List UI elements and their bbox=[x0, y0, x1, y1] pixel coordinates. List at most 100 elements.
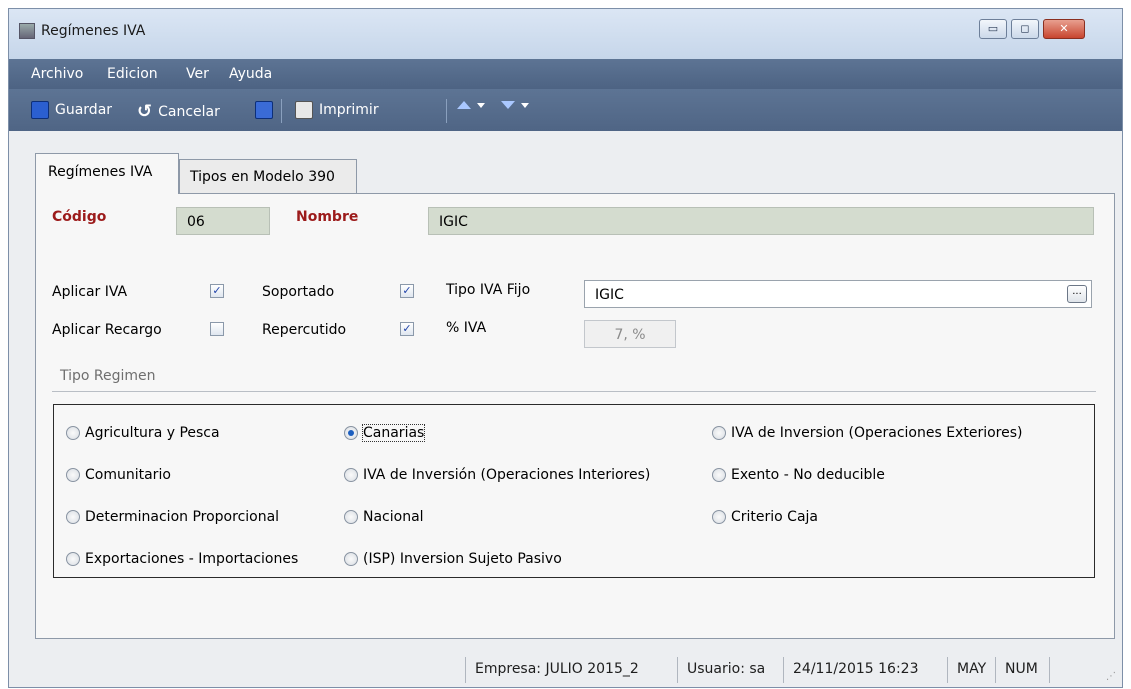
nombre-label: Nombre bbox=[296, 209, 359, 225]
browse-button[interactable]: ... bbox=[1067, 285, 1087, 303]
window-title: Regímenes IVA bbox=[41, 23, 146, 39]
radio-agricultura-pesca[interactable]: Agricultura y Pesca bbox=[66, 425, 220, 441]
radio-icon bbox=[66, 468, 80, 482]
tipo-regimen-label: Tipo Regimen bbox=[60, 368, 156, 384]
nombre-field[interactable]: IGIC bbox=[428, 207, 1094, 235]
radio-label: Exento - No deducible bbox=[731, 467, 885, 483]
radio-isp-inversion-sujeto-pasivo[interactable]: (ISP) Inversion Sujeto Pasivo bbox=[344, 551, 562, 567]
aplicar-recargo-label: Aplicar Recargo bbox=[52, 322, 162, 338]
app-icon bbox=[19, 23, 35, 39]
minimize-button[interactable]: ▭ bbox=[979, 19, 1007, 39]
radio-iva-inversion-exteriores[interactable]: IVA de Inversion (Operaciones Exteriores… bbox=[712, 425, 1022, 441]
status-separator bbox=[1049, 657, 1050, 683]
print-button[interactable]: Imprimir bbox=[295, 101, 379, 119]
save-label: Guardar bbox=[55, 102, 113, 118]
radio-nacional[interactable]: Nacional bbox=[344, 509, 424, 525]
radio-label: IVA de Inversion (Operaciones Exteriores… bbox=[731, 425, 1023, 441]
status-separator bbox=[465, 657, 466, 683]
codigo-field[interactable]: 06 bbox=[176, 207, 270, 235]
codigo-label: Código bbox=[52, 209, 107, 225]
tipo-iva-fijo-label: Tipo IVA Fijo bbox=[446, 282, 531, 298]
radio-criterio-caja[interactable]: Criterio Caja bbox=[712, 509, 818, 525]
menu-edicion[interactable]: Edicion bbox=[107, 66, 158, 82]
title-bar: Regímenes IVA ▭ ◻ ✕ bbox=[9, 9, 1122, 59]
repercutido-checkbox[interactable]: ✓ bbox=[400, 322, 414, 336]
radio-comunitario[interactable]: Comunitario bbox=[66, 467, 171, 483]
status-separator bbox=[947, 657, 948, 683]
radio-label: Determinacion Proporcional bbox=[85, 509, 280, 525]
chevron-down-icon bbox=[477, 102, 485, 108]
pct-iva-label: % IVA bbox=[446, 320, 487, 336]
radio-canarias[interactable]: Canarias bbox=[344, 424, 426, 442]
chevron-down-icon bbox=[521, 102, 529, 108]
status-usuario: Usuario: sa bbox=[687, 661, 766, 677]
radio-icon bbox=[712, 468, 726, 482]
toolbar-separator bbox=[446, 99, 447, 123]
status-bar: Empresa: JULIO 2015_2 Usuario: sa 24/11/… bbox=[9, 649, 1122, 689]
tab-regimenes-iva[interactable]: Regímenes IVA bbox=[35, 153, 179, 194]
pct-iva-field[interactable]: 7, % bbox=[584, 320, 676, 348]
radio-icon bbox=[712, 426, 726, 440]
toolbar: Guardar ↺ Cancelar Imprimir bbox=[9, 89, 1122, 131]
repercutido-label: Repercutido bbox=[262, 322, 347, 338]
tab-label: Regímenes IVA bbox=[48, 164, 153, 180]
menu-ver[interactable]: Ver bbox=[186, 66, 209, 82]
cancel-label: Cancelar bbox=[158, 103, 220, 120]
tab-tipos-modelo-390[interactable]: Tipos en Modelo 390 bbox=[179, 159, 357, 193]
radio-icon bbox=[66, 510, 80, 524]
radio-label: Criterio Caja bbox=[731, 509, 819, 525]
radio-icon bbox=[344, 468, 358, 482]
status-num: NUM bbox=[1005, 661, 1038, 677]
menu-bar: Archivo Edicion Ver Ayuda bbox=[9, 59, 1122, 89]
aplicar-recargo-checkbox[interactable] bbox=[210, 322, 224, 336]
radio-iva-inversion-interiores[interactable]: IVA de Inversión (Operaciones Interiores… bbox=[344, 467, 650, 483]
radio-label: Agricultura y Pesca bbox=[85, 425, 220, 441]
aplicar-iva-checkbox[interactable]: ✓ bbox=[210, 284, 224, 298]
radio-icon bbox=[344, 510, 358, 524]
radio-icon bbox=[712, 510, 726, 524]
print-label: Imprimir bbox=[319, 102, 379, 118]
radio-label: Comunitario bbox=[85, 467, 171, 483]
arrow-up-icon bbox=[457, 101, 471, 109]
save-as-icon[interactable] bbox=[255, 101, 273, 119]
close-button[interactable]: ✕ bbox=[1043, 19, 1085, 39]
radio-exportaciones-importaciones[interactable]: Exportaciones - Importaciones bbox=[66, 551, 298, 567]
status-datetime: 24/11/2015 16:23 bbox=[793, 661, 919, 677]
aplicar-iva-label: Aplicar IVA bbox=[52, 284, 128, 300]
radio-label: IVA de Inversión (Operaciones Interiores… bbox=[363, 467, 651, 483]
menu-ayuda[interactable]: Ayuda bbox=[229, 66, 272, 82]
soportado-checkbox[interactable]: ✓ bbox=[400, 284, 414, 298]
tipo-regimen-group: Agricultura y Pesca Canarias IVA de Inve… bbox=[53, 404, 1095, 578]
cancel-button[interactable]: ↺ Cancelar bbox=[137, 101, 220, 122]
status-caps: MAY bbox=[957, 661, 987, 677]
move-down-dropdown[interactable] bbox=[501, 101, 529, 109]
save-icon bbox=[31, 101, 49, 119]
print-icon bbox=[295, 101, 313, 119]
maximize-button[interactable]: ◻ bbox=[1011, 19, 1039, 39]
arrow-down-icon bbox=[501, 101, 515, 109]
soportado-label: Soportado bbox=[262, 284, 335, 300]
radio-icon bbox=[344, 552, 358, 566]
save-button[interactable]: Guardar bbox=[31, 101, 112, 119]
tab-label: Tipos en Modelo 390 bbox=[190, 169, 335, 185]
toolbar-separator bbox=[281, 99, 282, 123]
window: Regímenes IVA ▭ ◻ ✕ Archivo Edicion Ver … bbox=[8, 8, 1123, 688]
status-separator bbox=[677, 657, 678, 683]
radio-icon bbox=[66, 426, 80, 440]
status-separator bbox=[783, 657, 784, 683]
radio-exento-no-deducible[interactable]: Exento - No deducible bbox=[712, 467, 885, 483]
radio-determinacion-proporcional[interactable]: Determinacion Proporcional bbox=[66, 509, 279, 525]
status-empresa: Empresa: JULIO 2015_2 bbox=[475, 661, 639, 677]
move-up-dropdown[interactable] bbox=[457, 101, 485, 109]
radio-label: Exportaciones - Importaciones bbox=[85, 551, 299, 567]
menu-archivo[interactable]: Archivo bbox=[31, 66, 83, 82]
radio-label: Nacional bbox=[363, 509, 424, 525]
radio-selected-icon bbox=[344, 426, 358, 440]
status-separator bbox=[995, 657, 996, 683]
tipo-iva-fijo-field[interactable]: IGIC ... bbox=[584, 280, 1092, 308]
resize-grip-icon[interactable]: ⋰ bbox=[1106, 671, 1116, 682]
radio-label: (ISP) Inversion Sujeto Pasivo bbox=[363, 551, 562, 567]
section-divider bbox=[52, 391, 1096, 392]
radio-label: Canarias bbox=[361, 424, 426, 442]
radio-icon bbox=[66, 552, 80, 566]
